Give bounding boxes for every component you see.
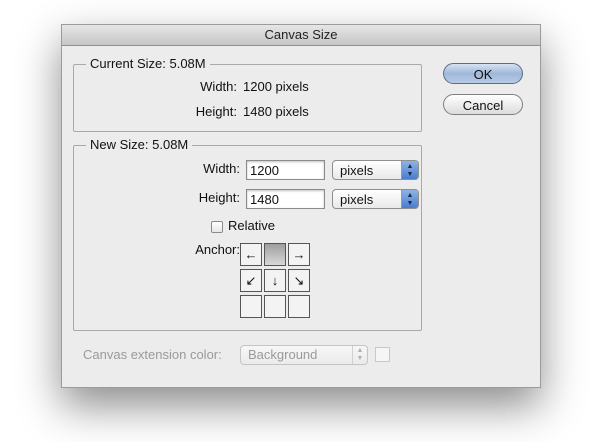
screen: Canvas Size Current Size: 5.08M Width: 1… bbox=[0, 0, 600, 442]
updown-arrows-icon: ▲ ▼ bbox=[352, 346, 367, 364]
width-input[interactable]: 1200 bbox=[246, 160, 325, 180]
new-height-label: Height: bbox=[198, 190, 240, 205]
extension-color-value: Background bbox=[248, 347, 318, 362]
anchor-top-left[interactable]: ← bbox=[240, 243, 262, 266]
current-width-value: 1200 pixels bbox=[243, 79, 309, 94]
relative-label: Relative bbox=[228, 218, 275, 233]
ok-button[interactable]: OK bbox=[443, 63, 523, 84]
extension-color-label: Canvas extension color: bbox=[83, 347, 222, 362]
extension-color-select[interactable]: Background ▲ ▼ bbox=[240, 345, 368, 365]
new-size-legend: New Size: 5.08M bbox=[86, 137, 193, 152]
width-unit-select[interactable]: pixels ▲ ▼ bbox=[332, 160, 419, 180]
arrow-down-right-icon: ↘ bbox=[293, 273, 305, 288]
anchor-top-right[interactable]: → bbox=[288, 243, 310, 266]
cancel-button[interactable]: Cancel bbox=[443, 94, 523, 115]
arrow-right-icon: → bbox=[292, 247, 306, 262]
current-height-label: Height: bbox=[195, 104, 237, 119]
anchor-label: Anchor: bbox=[195, 242, 240, 257]
current-height-value: 1480 pixels bbox=[243, 104, 309, 119]
updown-arrows-icon: ▲ ▼ bbox=[401, 190, 418, 208]
current-size-group: Current Size: 5.08M Width: 1200 pixels H… bbox=[73, 56, 422, 132]
new-width-label: Width: bbox=[203, 161, 240, 176]
arrow-down-icon: ↓ bbox=[271, 273, 279, 288]
height-unit-select[interactable]: pixels ▲ ▼ bbox=[332, 189, 419, 209]
anchor-middle-left[interactable]: ↙ bbox=[240, 269, 262, 292]
window-title: Canvas Size bbox=[62, 25, 540, 46]
anchor-bottom-left[interactable] bbox=[240, 295, 262, 318]
anchor-middle-center[interactable]: ↓ bbox=[264, 269, 286, 292]
height-unit-value: pixels bbox=[340, 192, 374, 207]
current-width-label: Width: bbox=[200, 79, 237, 94]
anchor-bottom-center[interactable] bbox=[264, 295, 286, 318]
width-unit-value: pixels bbox=[340, 163, 374, 178]
relative-checkbox[interactable] bbox=[211, 221, 223, 233]
anchor-top-center[interactable] bbox=[264, 243, 286, 266]
extension-color-swatch[interactable] bbox=[375, 347, 390, 362]
arrow-down-left-icon: ↙ bbox=[245, 273, 257, 288]
updown-arrows-icon: ▲ ▼ bbox=[401, 161, 418, 179]
current-size-legend: Current Size: 5.08M bbox=[86, 56, 210, 71]
anchor-middle-right[interactable]: ↘ bbox=[288, 269, 310, 292]
height-input[interactable]: 1480 bbox=[246, 189, 325, 209]
arrow-left-icon: ← bbox=[244, 247, 258, 262]
anchor-grid: ← → ↙ ↓ ↘ bbox=[240, 243, 312, 319]
canvas-size-dialog: Canvas Size Current Size: 5.08M Width: 1… bbox=[61, 24, 541, 388]
anchor-bottom-right[interactable] bbox=[288, 295, 310, 318]
